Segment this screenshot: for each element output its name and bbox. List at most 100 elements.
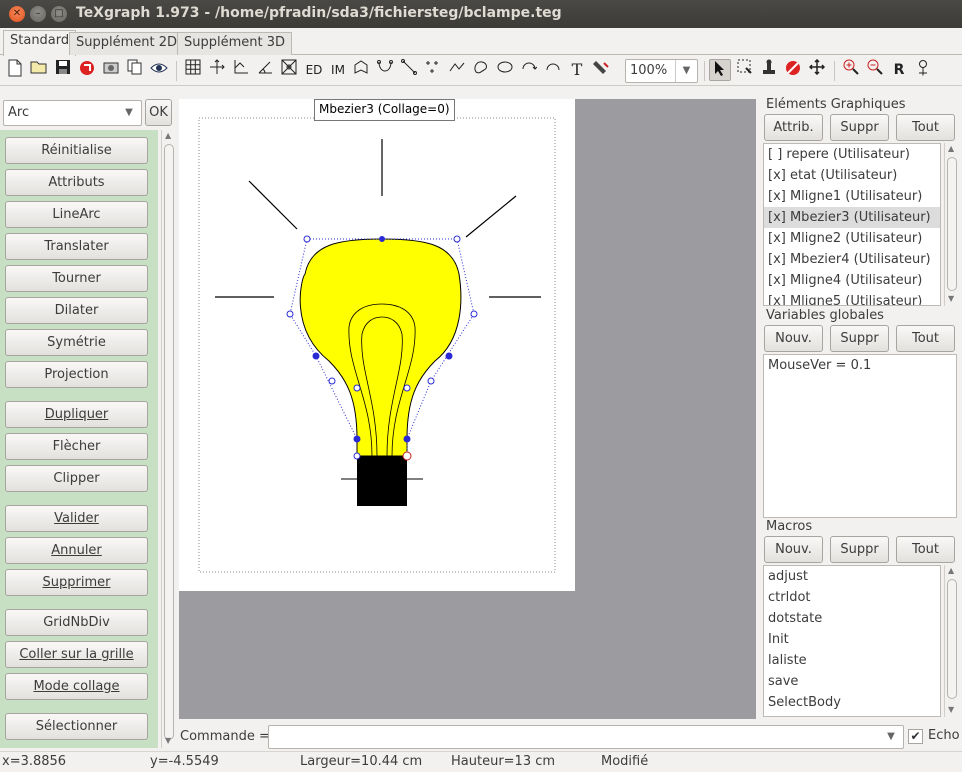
macros-suppr-button[interactable]: Suppr xyxy=(830,536,889,563)
close-window-button[interactable]: ✕ xyxy=(9,6,25,22)
echo-checkbox[interactable]: ✔ xyxy=(908,729,923,744)
scroll-up-icon[interactable]: ▲ xyxy=(948,566,954,575)
tab-supplement-3d[interactable]: Supplément 3D xyxy=(177,32,293,55)
arc-arrow-icon[interactable] xyxy=(518,59,540,81)
list-item[interactable]: [x] Mligne4 (Utilisateur) xyxy=(764,270,940,291)
scroll-down-icon[interactable]: ▼ xyxy=(948,294,954,303)
tourner-button[interactable]: Tourner xyxy=(5,265,148,292)
ellipse-icon[interactable] xyxy=(494,59,516,81)
attributs-button[interactable]: Attributs xyxy=(5,169,148,196)
list-item[interactable]: [x] etat (Utilisateur) xyxy=(764,165,940,186)
coller-sur-la-grille-button[interactable]: Coller sur la grille xyxy=(5,641,148,668)
rotate-icon[interactable] xyxy=(912,59,934,81)
macros-scrollbar[interactable]: ▲ ▼ xyxy=(944,565,958,717)
tab-standard[interactable]: Standard xyxy=(3,30,77,56)
list-item[interactable]: Init xyxy=(764,629,940,650)
list-item[interactable]: [x] Mbezier4 (Utilisateur) xyxy=(764,249,940,270)
valider-button[interactable]: Valider xyxy=(5,505,148,532)
list-item[interactable]: SelectBody xyxy=(764,692,940,713)
eye-icon[interactable] xyxy=(148,59,170,81)
list-item[interactable]: [ ] repere (Utilisateur) xyxy=(764,144,940,165)
minimize-window-button[interactable]: – xyxy=(30,6,46,22)
arc-icon[interactable] xyxy=(542,59,564,81)
list-item[interactable]: [x] Mligne1 (Utilisateur) xyxy=(764,186,940,207)
chevron-down-icon[interactable]: ▼ xyxy=(879,726,903,748)
scroll-up-icon[interactable]: ▲ xyxy=(165,131,171,140)
scroll-thumb[interactable] xyxy=(947,157,957,291)
reload-icon[interactable] xyxy=(76,59,98,81)
supprimer-button[interactable]: Supprimer xyxy=(5,569,148,596)
linearc-button[interactable]: LineArc xyxy=(5,201,148,228)
zoom-out-icon[interactable] xyxy=(864,59,886,81)
new-file-icon[interactable] xyxy=(4,59,26,81)
closed-curve-icon[interactable] xyxy=(470,59,492,81)
paint-tool-icon[interactable] xyxy=(590,59,612,81)
points-icon[interactable] xyxy=(422,59,444,81)
lamp-drawing[interactable] xyxy=(179,99,575,591)
clipper-button[interactable]: Clipper xyxy=(5,465,148,492)
camera-icon[interactable] xyxy=(100,59,122,81)
text-tool[interactable]: T xyxy=(566,59,588,81)
dilater-button[interactable]: Dilater xyxy=(5,297,148,324)
zoom-in-icon[interactable] xyxy=(840,59,862,81)
select-rect-icon[interactable] xyxy=(734,59,756,81)
mode-collage-button[interactable]: Mode collage xyxy=(5,673,148,700)
list-item[interactable]: save xyxy=(764,671,940,692)
list-item[interactable]: laliste xyxy=(764,650,940,671)
elements-tout-button[interactable]: Tout xyxy=(896,114,955,141)
im-tool[interactable]: IM xyxy=(326,59,350,81)
scroll-down-icon[interactable]: ▼ xyxy=(165,736,171,745)
list-item[interactable]: MouseVer = 0.1 xyxy=(764,355,956,376)
translater-button[interactable]: Translater xyxy=(5,233,148,260)
symetrie-button[interactable]: Symétrie xyxy=(5,329,148,356)
scroll-thumb[interactable] xyxy=(164,144,174,740)
object-type-select[interactable]: Arc ▼ xyxy=(3,100,142,126)
scroll-thumb[interactable] xyxy=(947,579,957,699)
angle-icon[interactable] xyxy=(254,59,276,81)
polygon-icon[interactable] xyxy=(350,59,372,81)
list-item[interactable]: dotstate xyxy=(764,608,940,629)
list-item[interactable]: ctrldot xyxy=(764,587,940,608)
reinitialise-button[interactable]: Réinitialise xyxy=(5,137,148,164)
zoom-select[interactable]: 100% ▼ xyxy=(625,59,698,83)
annuler-button[interactable]: Annuler xyxy=(5,537,148,564)
scroll-up-icon[interactable]: ▲ xyxy=(948,144,954,153)
tab-supplement-2d[interactable]: Supplément 2D xyxy=(69,32,185,55)
dupliquer-button[interactable]: Dupliquer xyxy=(5,401,148,428)
left-scrollbar[interactable]: ▲ ▼ xyxy=(161,130,175,748)
gridnbdiv-button[interactable]: GridNbDiv xyxy=(5,609,148,636)
save-icon[interactable] xyxy=(52,59,74,81)
globals-suppr-button[interactable]: Suppr xyxy=(830,325,889,352)
command-input[interactable]: ▼ xyxy=(268,725,904,749)
scroll-down-icon[interactable]: ▼ xyxy=(948,705,954,714)
macros-tout-button[interactable]: Tout xyxy=(896,536,955,563)
stamp-icon[interactable] xyxy=(758,59,780,81)
polyline-icon[interactable] xyxy=(446,59,468,81)
copy-icon[interactable] xyxy=(124,59,146,81)
elements-scrollbar[interactable]: ▲ ▼ xyxy=(944,143,958,306)
move-icon[interactable] xyxy=(806,58,828,81)
elements-suppr-button[interactable]: Suppr xyxy=(830,114,889,141)
maximize-window-button[interactable]: □ xyxy=(51,6,67,22)
grid-icon[interactable] xyxy=(182,59,204,81)
attrib-button[interactable]: Attrib. xyxy=(764,114,823,141)
list-item[interactable]: [x] Mligne2 (Utilisateur) xyxy=(764,228,940,249)
macros-nouv-button[interactable]: Nouv. xyxy=(764,536,823,563)
projection-button[interactable]: Projection xyxy=(5,361,148,388)
axes-icon[interactable] xyxy=(206,59,228,81)
network-icon[interactable] xyxy=(278,59,300,81)
reset-view-tool[interactable]: R xyxy=(888,59,910,81)
list-item-selected[interactable]: [x] Mbezier3 (Utilisateur) xyxy=(764,207,940,228)
segment-icon[interactable] xyxy=(398,59,420,81)
open-folder-icon[interactable] xyxy=(28,59,50,81)
ed-tool[interactable]: ED xyxy=(302,59,326,81)
forbidden-icon[interactable] xyxy=(782,59,804,81)
selectionner-button[interactable]: Sélectionner xyxy=(5,713,148,740)
globals-nouv-button[interactable]: Nouv. xyxy=(764,325,823,352)
bezier-icon[interactable] xyxy=(374,59,396,81)
globals-tout-button[interactable]: Tout xyxy=(896,325,955,352)
list-item[interactable]: adjust xyxy=(764,566,940,587)
ok-button[interactable]: OK xyxy=(145,99,172,126)
select-arrow-icon[interactable] xyxy=(709,59,731,81)
axes-corner-icon[interactable] xyxy=(230,59,252,81)
